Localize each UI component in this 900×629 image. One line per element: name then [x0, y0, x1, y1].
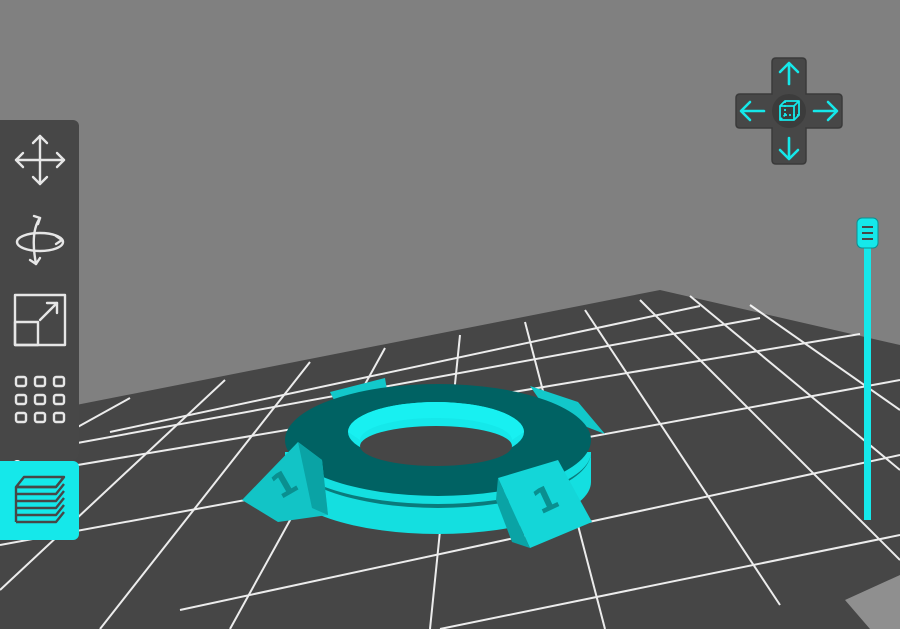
arrange-tool-button[interactable] [0, 360, 79, 440]
move-icon [14, 134, 65, 186]
toolbar-panel [0, 120, 79, 460]
layer-slider-track [864, 237, 871, 520]
scale-tool-button[interactable] [0, 280, 79, 360]
view-cube-icon[interactable] [772, 94, 806, 128]
transform-toolbar [0, 120, 79, 540]
rotate-tool-button[interactable] [0, 200, 79, 280]
layers-tool-button[interactable] [0, 461, 79, 540]
rotate-icon [15, 214, 64, 266]
layer-slider[interactable] [855, 217, 879, 522]
scale-icon [13, 293, 66, 347]
view-navigation-control [735, 57, 843, 165]
3d-viewport[interactable]: 1 1 [0, 0, 900, 629]
arrange-grid-icon [14, 375, 65, 424]
layers-icon [14, 475, 65, 523]
slider-handle-icon[interactable] [856, 217, 879, 249]
move-tool-button[interactable] [0, 120, 79, 200]
